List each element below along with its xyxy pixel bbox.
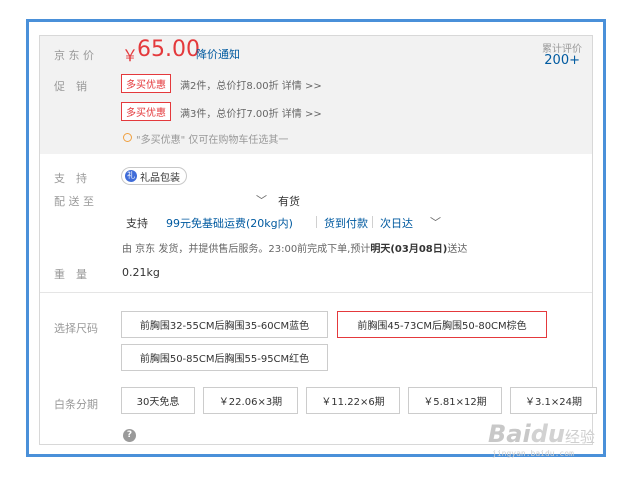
size-option-selected[interactable]: 前胸围45-73CM后胸围50-80CM棕色	[337, 311, 547, 338]
chevron-down-icon[interactable]: ﹀	[430, 214, 441, 230]
promo-tag: 多买优惠	[121, 74, 171, 93]
product-summary: 京 东 价 ￥ 65.00 降价通知 累计评价 200+ 促 销 多买优惠 满2…	[39, 35, 597, 445]
installment-option[interactable]: ￥11.22×6期	[306, 387, 400, 414]
promo-detail-link[interactable]: 满2件，总价打8.00折 详情 >>	[180, 77, 322, 92]
divider	[316, 216, 317, 228]
baidu-jingyan-watermark: Baidu经验	[488, 420, 595, 448]
promotion-hint: "多买优惠" 仅可在购物车任选其一	[136, 135, 289, 146]
divider	[372, 216, 373, 228]
installment-option[interactable]: ￥22.06×3期	[203, 387, 298, 414]
size-option[interactable]: 前胸围32-55CM后胸围35-60CM蓝色	[121, 311, 328, 338]
gift-wrap-badge[interactable]: 礼 礼品包装	[121, 167, 187, 185]
divider	[40, 292, 592, 293]
delivery-label: 配 送 至	[54, 195, 94, 208]
free-shipping-link[interactable]: 99元免基础运费(20kg内)	[166, 215, 293, 231]
screenshot-frame: 京 东 价 ￥ 65.00 降价通知 累计评价 200+ 促 销 多买优惠 满2…	[26, 19, 606, 457]
weight-label: 重 量	[54, 268, 87, 281]
size-option[interactable]: 前胸围50-85CM后胸围55-95CM红色	[121, 344, 328, 371]
installment-option[interactable]: ￥5.81×12期	[408, 387, 502, 414]
price-value: 65.00	[137, 37, 200, 62]
price-currency: ￥	[122, 46, 139, 65]
installment-option[interactable]: ￥3.1×24期	[510, 387, 597, 414]
gift-wrap-text: 礼品包装	[140, 172, 180, 184]
price-label: 京 东 价	[54, 49, 94, 62]
watermark-url: jingyan.baidu.com	[492, 449, 574, 458]
next-day-link[interactable]: 次日达	[380, 215, 413, 231]
help-icon[interactable]: ?	[123, 429, 136, 442]
price-panel: 京 东 价 ￥ 65.00 降价通知 累计评价 200+ 促 销 多买优惠 满2…	[40, 36, 592, 154]
paw-icon: du	[530, 420, 565, 448]
price-drop-notice-link[interactable]: 降价通知	[196, 46, 240, 62]
promo-detail-link[interactable]: 满3件，总价打7.00折 详情 >>	[180, 105, 322, 120]
size-label: 选择尺码	[54, 322, 98, 335]
lightbulb-icon	[123, 133, 132, 142]
delivery-note: 由 京东 发货，并提供售后服务。23:00前完成下单,预计明天(03月08日)送…	[122, 244, 468, 255]
gift-icon: 礼	[125, 170, 137, 182]
delivery-date: 明天(03月08日)	[370, 244, 448, 255]
chevron-down-icon[interactable]: ﹀	[256, 192, 267, 208]
review-count[interactable]: 200+	[544, 53, 580, 68]
weight-value: 0.21kg	[122, 266, 160, 279]
promotion-label: 促 销	[54, 80, 87, 93]
support-label: 支 持	[54, 172, 87, 185]
cash-on-delivery-link[interactable]: 货到付款	[324, 215, 368, 231]
installment-label: 白条分期	[54, 398, 98, 411]
delivery-support-label: 支持	[126, 217, 148, 230]
promo-tag: 多买优惠	[121, 102, 171, 121]
stock-status: 有货	[278, 195, 300, 208]
installment-option[interactable]: 30天免息	[121, 387, 195, 414]
